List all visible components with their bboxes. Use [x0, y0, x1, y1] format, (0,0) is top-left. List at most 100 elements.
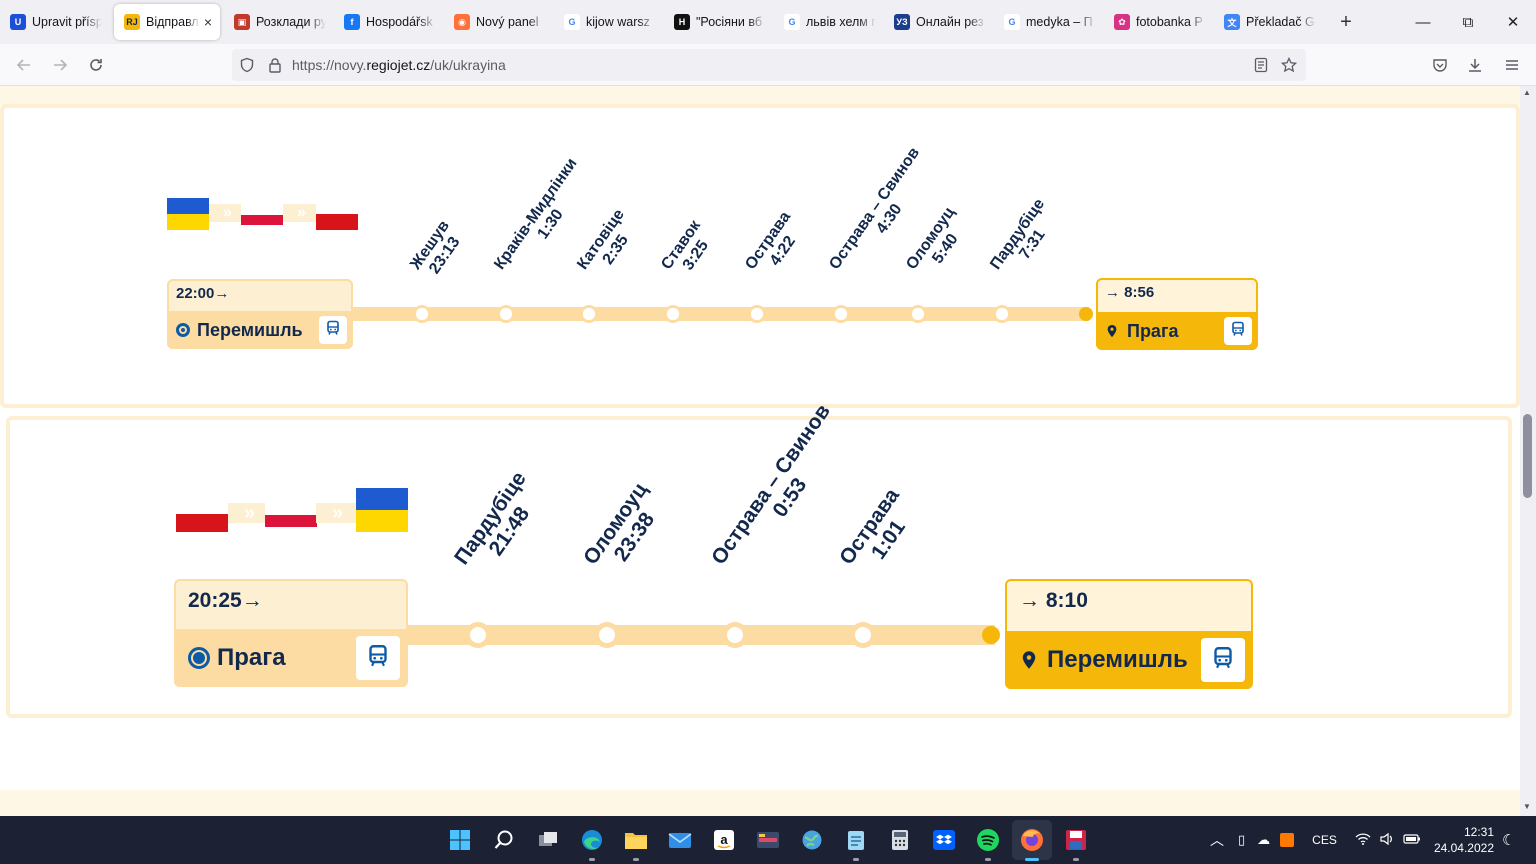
arrival-city-name: Перемишль [1047, 646, 1188, 673]
stop-dot[interactable] [497, 305, 515, 323]
volume-icon[interactable] [1379, 832, 1395, 849]
bookmark-star-icon[interactable] [1280, 56, 1298, 74]
arrival-time: → 8:10 [1019, 589, 1088, 613]
departure-time-value: 22:00 [176, 285, 215, 302]
dropbox-icon[interactable] [930, 826, 958, 854]
browser-tab[interactable]: U Upravit přísp [0, 4, 110, 40]
windows-start-icon[interactable] [446, 826, 474, 854]
stop-dot[interactable] [413, 305, 431, 323]
stop-label: Оломоуц 23:38 [579, 479, 671, 583]
avast-icon[interactable] [1280, 833, 1295, 847]
chevron-arrows-icon: » [209, 204, 243, 222]
edge-icon[interactable] [578, 826, 606, 854]
browser-tab[interactable]: УЗ Онлайн рез [884, 4, 994, 40]
notifications-icon[interactable]: ☾ [1502, 816, 1515, 864]
stop-dot[interactable] [993, 305, 1011, 323]
task-view-icon[interactable] [534, 826, 562, 854]
pocket-button[interactable] [1425, 50, 1455, 80]
departure-box[interactable]: 22:00→ Перемишль [167, 279, 353, 349]
arrival-box[interactable]: → 8:56 Прага [1096, 278, 1258, 350]
save-icon[interactable] [1062, 826, 1090, 854]
forward-button[interactable] [45, 50, 75, 80]
chevron-up-icon[interactable]: ︿ [1210, 830, 1224, 850]
new-tab-button[interactable]: + [1330, 6, 1362, 38]
language-indicator[interactable]: CES [1312, 833, 1337, 847]
file-explorer-icon[interactable] [622, 826, 650, 854]
google-icon: G [1004, 14, 1020, 30]
arrival-box[interactable]: → 8:10 Перемишль [1005, 579, 1253, 689]
page-content: »» Жешув 23:13 Краків-Мидлінки 1:30 Катовіце 2… [0, 86, 1520, 816]
stop-dot[interactable] [832, 305, 850, 323]
stop-dot[interactable] [748, 305, 766, 323]
usb-icon[interactable]: ▯ [1238, 832, 1245, 848]
tab-title: Онлайн рез [916, 15, 984, 29]
address-bar[interactable]: https://novy.regiojet.cz/uk/ukrayina [232, 49, 1306, 81]
navigation-bar: https://novy.regiojet.cz/uk/ukrayina [0, 44, 1536, 86]
spotify-icon[interactable] [974, 826, 1002, 854]
menu-button[interactable] [1497, 50, 1527, 80]
browser-tab[interactable]: Gkijow warsz [554, 4, 664, 40]
arrival-city: Прага [1105, 312, 1178, 350]
browser-tab[interactable]: ▣ Розклади ру [224, 4, 334, 40]
browser-tab[interactable]: ◉ Nový panel [444, 4, 554, 40]
czech-flag [176, 496, 228, 532]
media-icon[interactable] [754, 826, 782, 854]
maximize-button[interactable]: ⧉ [1445, 0, 1491, 44]
stop-dot[interactable] [722, 622, 748, 648]
browser-tab[interactable]: f Hospodářsk [334, 4, 444, 40]
browser-tab[interactable]: ✿ fotobanka P [1104, 4, 1214, 40]
back-button[interactable] [9, 50, 39, 80]
shield-icon[interactable] [238, 56, 256, 74]
notepad-icon[interactable] [842, 826, 870, 854]
mail-icon[interactable] [666, 826, 694, 854]
url-text[interactable]: https://novy.regiojet.cz/uk/ukrayina [292, 57, 506, 73]
stop-label: Острава 1:01 [835, 484, 923, 582]
translate-icon: 文 [1224, 14, 1240, 30]
lock-icon[interactable] [266, 56, 284, 74]
tab-active[interactable]: RJ Відправлн × [114, 4, 220, 40]
calculator-icon[interactable] [886, 826, 914, 854]
tab-title: Upravit přísp [32, 15, 102, 29]
close-window-button[interactable]: ✕ [1490, 0, 1536, 44]
stop-dot[interactable] [465, 622, 491, 648]
stop-dot[interactable] [594, 622, 620, 648]
scroll-up-icon[interactable]: ▲ [1523, 88, 1531, 97]
route-track [350, 307, 1089, 321]
browser-tab[interactable]: 文 Překladač Go [1214, 4, 1324, 40]
firefox-icon[interactable] [1018, 826, 1046, 854]
bus-button[interactable] [356, 636, 400, 680]
bus-button[interactable] [319, 316, 347, 344]
reader-view-icon[interactable] [1252, 56, 1270, 74]
amazon-icon[interactable]: a [710, 826, 738, 854]
battery-icon[interactable] [1403, 833, 1421, 848]
search-icon[interactable] [490, 826, 518, 854]
browser-tab[interactable]: Gльвів хелм п [774, 4, 884, 40]
departure-box[interactable]: 20:25→ Прага [174, 579, 408, 687]
downloads-button[interactable] [1460, 50, 1490, 80]
bus-button[interactable] [1201, 638, 1245, 682]
reload-button[interactable] [81, 50, 111, 80]
page-scrollbar[interactable]: ▲ ▼ [1520, 86, 1536, 816]
browser-tab[interactable]: H "Росіяни вб [664, 4, 774, 40]
stop-dot[interactable] [909, 305, 927, 323]
bus-button[interactable] [1224, 317, 1252, 345]
scrollbar-thumb[interactable] [1523, 414, 1532, 498]
stop-dot[interactable] [850, 622, 876, 648]
arrival-city-name: Прага [1127, 320, 1179, 341]
taskbar-clock[interactable]: 12:31 24.04.2022 [1434, 824, 1494, 856]
bus-icon [1230, 321, 1246, 342]
onedrive-icon[interactable]: ☁ [1257, 832, 1270, 848]
chevron-arrows-icon: » [316, 502, 356, 524]
route-track [406, 625, 995, 645]
wifi-icon[interactable] [1355, 832, 1371, 849]
browser-tab[interactable]: Gmedyka – П [994, 4, 1104, 40]
google-icon: G [784, 14, 800, 30]
stop-dot[interactable] [580, 305, 598, 323]
globe-icon[interactable] [798, 826, 826, 854]
close-tab-icon[interactable]: × [204, 14, 212, 30]
stop-dot[interactable] [664, 305, 682, 323]
scroll-down-icon[interactable]: ▼ [1523, 802, 1531, 811]
czech-flag [316, 198, 358, 230]
departure-row: Перемишль [167, 311, 353, 349]
minimize-button[interactable]: — [1400, 0, 1446, 44]
